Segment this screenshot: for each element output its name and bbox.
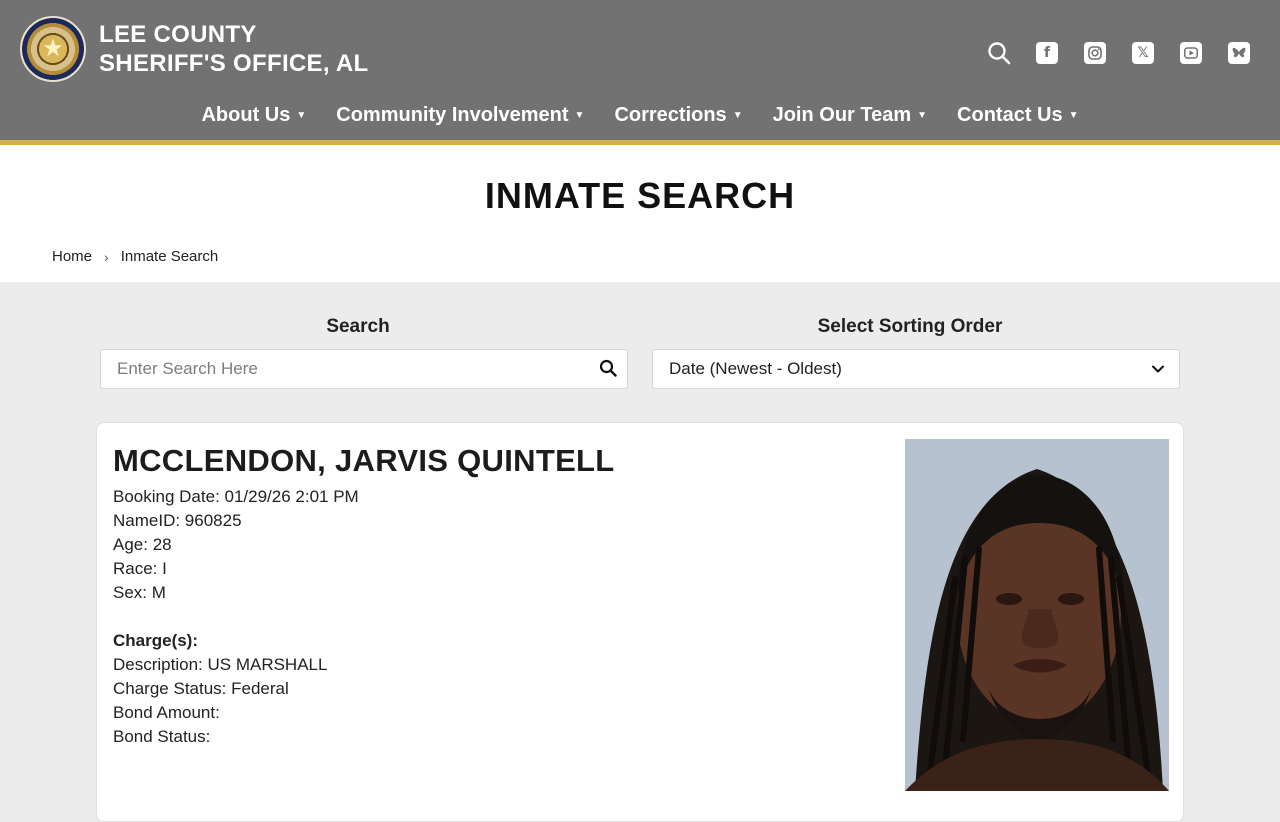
x-icon[interactable]: 𝕏	[1130, 40, 1156, 66]
header-icons: f 𝕏	[986, 40, 1252, 66]
caret-down-icon: ▼	[574, 110, 585, 121]
bluesky-icon[interactable]	[1226, 40, 1252, 66]
nav-join-our-team[interactable]: Join Our Team ▼	[773, 104, 927, 127]
name-id: NameID: 960825	[113, 511, 242, 530]
main-nav: About Us ▼ Community Involvement ▼ Correct…	[0, 104, 1280, 127]
nav-community-involvement[interactable]: Community Involvement ▼	[336, 104, 584, 127]
chevron-down-icon	[1151, 361, 1165, 381]
race: Race: I	[113, 559, 167, 578]
star-icon: ★	[42, 35, 64, 62]
inmate-card[interactable]: MCCLENDON, JARVIS QUINTELL Booking Date:…	[96, 422, 1184, 822]
charge-status: Charge Status: Federal	[113, 679, 289, 698]
search-input[interactable]	[101, 350, 561, 388]
bond-amount: Bond Amount:	[113, 703, 220, 722]
breadcrumb-home[interactable]: Home	[52, 248, 92, 265]
age: Age: 28	[113, 535, 172, 554]
caret-down-icon: ▼	[917, 110, 928, 121]
sort-select[interactable]: Date (Newest - Oldest)	[652, 349, 1180, 389]
caret-down-icon: ▼	[1068, 110, 1079, 121]
search-label: Search	[326, 316, 390, 337]
caret-down-icon: ▼	[296, 110, 307, 121]
sheriff-badge-logo[interactable]: ★	[20, 16, 86, 82]
nav-contact-us[interactable]: Contact Us ▼	[957, 104, 1078, 127]
nav-corrections[interactable]: Corrections ▼	[614, 104, 742, 127]
nav-label: Community Involvement	[336, 104, 569, 126]
nav-label: Corrections	[614, 104, 727, 126]
nav-label: About Us	[201, 104, 291, 126]
site-header: ★ LEE COUNTY SHERIFF'S OFFICE, AL f 𝕏 Ab…	[0, 0, 1280, 145]
breadcrumb: Home › Inmate Search	[52, 248, 218, 265]
page-title: INMATE SEARCH	[484, 175, 796, 216]
booking-date: Booking Date: 01/29/26 2:01 PM	[113, 487, 359, 506]
facebook-icon[interactable]: f	[1034, 40, 1060, 66]
charges-heading: Charge(s):	[113, 631, 199, 650]
nav-about-us[interactable]: About Us ▼	[201, 104, 306, 127]
sort-selected-value: Date (Newest - Oldest)	[669, 359, 842, 378]
chevron-right-icon: ›	[104, 248, 109, 265]
inmate-mugshot-photo	[905, 439, 1169, 791]
site-title-line1: LEE COUNTY	[99, 21, 257, 48]
nav-label: Join Our Team	[772, 104, 912, 126]
site-title-line2: SHERIFF'S OFFICE, AL	[99, 50, 369, 77]
inmate-name: MCCLENDON, JARVIS QUINTELL	[113, 443, 615, 478]
search-field[interactable]	[100, 349, 628, 389]
nav-label: Contact Us	[957, 104, 1063, 126]
instagram-icon[interactable]	[1082, 40, 1108, 66]
sex: Sex: M	[113, 583, 166, 602]
search-icon[interactable]	[986, 40, 1012, 66]
bond-status: Bond Status:	[113, 727, 211, 746]
charge-description: Description: US MARSHALL	[113, 655, 328, 674]
youtube-icon[interactable]	[1178, 40, 1204, 66]
caret-down-icon: ▼	[732, 110, 743, 121]
search-icon[interactable]	[599, 359, 617, 382]
site-title[interactable]: LEE COUNTY SHERIFF'S OFFICE, AL	[99, 20, 368, 78]
title-band: INMATE SEARCH Home › Inmate Search	[0, 145, 1280, 282]
breadcrumb-current: Inmate Search	[120, 248, 219, 265]
inmate-details: Booking Date: 01/29/26 2:01 PM NameID: 9…	[113, 485, 359, 749]
sort-label: Select Sorting Order	[817, 316, 1003, 337]
